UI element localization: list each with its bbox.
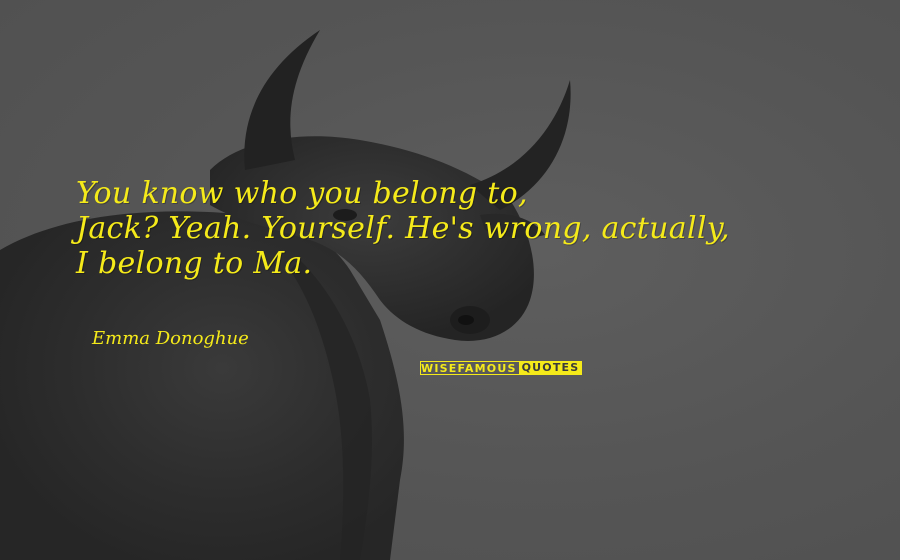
quote-text: You know who you belong to, Jack? Yeah. … — [76, 176, 876, 281]
site-watermark: WISEFAMOUS QUOTES — [420, 361, 583, 375]
quote-author: Emma Donoghue — [92, 328, 249, 349]
watermark-right: QUOTES — [518, 361, 583, 375]
quote-line: I belong to Ma. — [76, 246, 313, 281]
quote-line: You know who you belong to, — [76, 176, 528, 211]
quote-card: You know who you belong to, Jack? Yeah. … — [0, 0, 900, 560]
quote-line: Jack? Yeah. Yourself. He's wrong, actual… — [76, 211, 730, 246]
watermark-left: WISEFAMOUS — [420, 361, 519, 375]
